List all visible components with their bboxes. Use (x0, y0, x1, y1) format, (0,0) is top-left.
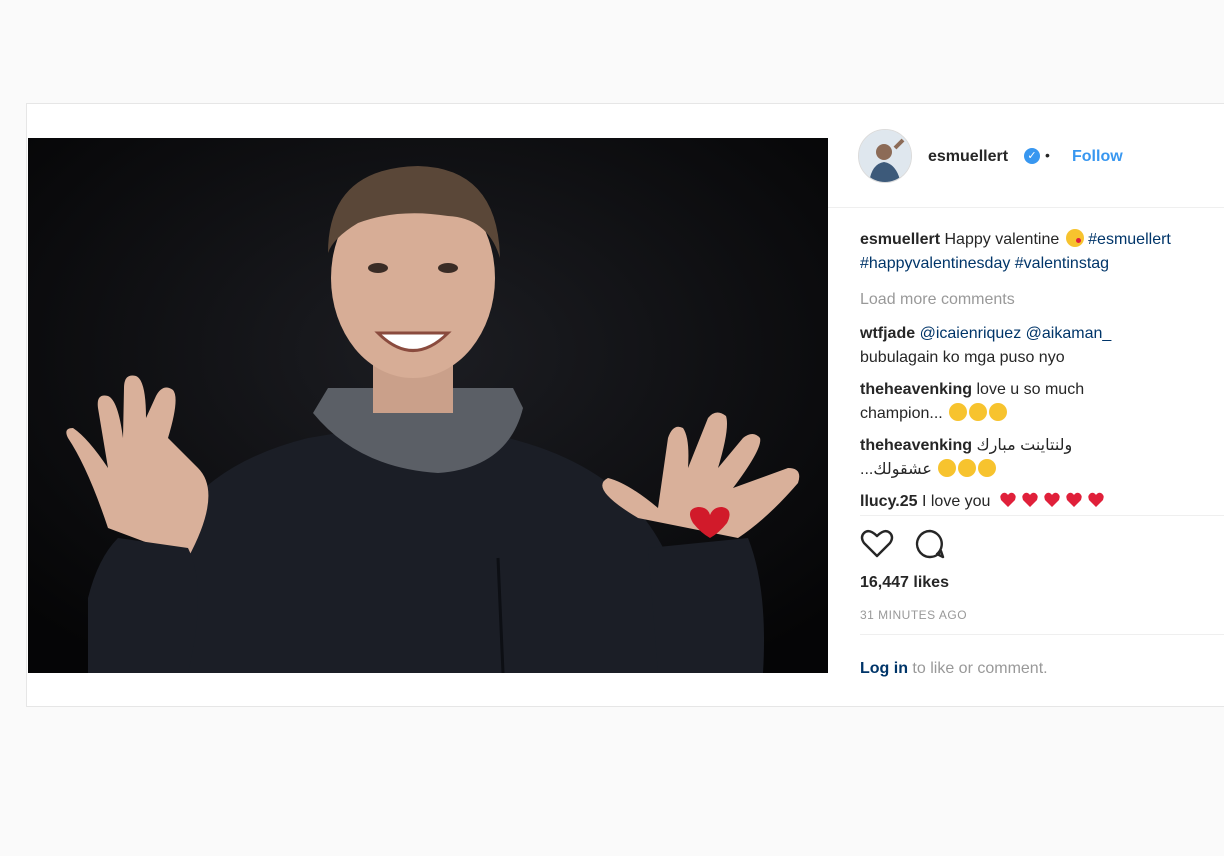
grimacing-emoji-icon (989, 403, 1008, 421)
caption-text: Happy valentine (944, 231, 1060, 248)
heart-eyes-emoji-icon (949, 403, 968, 421)
comment-bubble-icon[interactable] (914, 528, 946, 560)
verified-badge-icon: ✓ (1024, 148, 1040, 164)
login-prompt: Log in to like or comment. (860, 660, 1048, 678)
comment-username[interactable]: theheavenking (860, 381, 972, 398)
comment-text: love u so much (976, 381, 1085, 398)
post-header: esmuellert ✓ • Follow (828, 104, 1224, 208)
heart-eyes-emoji-icon (958, 459, 977, 477)
separator-dot: • (1045, 147, 1050, 163)
author-username[interactable]: esmuellert (928, 148, 1008, 166)
caption-hashtags[interactable]: #happyvalentinesday #valentinstag (860, 255, 1109, 272)
post-caption: esmuellert Happy valentine #esmuellert #… (860, 228, 1224, 276)
comment-text: ولنتاينت مبارك (976, 437, 1073, 454)
comment-mentions[interactable]: @icaienriquez @aikaman_ (920, 325, 1112, 342)
post-image (28, 138, 828, 673)
divider (860, 634, 1224, 635)
comment-username[interactable]: llucy.25 (860, 493, 918, 510)
comment-item: theheavenking love u so much champion... (860, 378, 1224, 426)
smiling-emoji-icon (969, 403, 988, 421)
grimacing-emoji-icon (978, 459, 997, 477)
comment-text: bubulagain ko mga puso nyo (860, 349, 1065, 366)
comment-text: champion... (860, 405, 943, 422)
follow-button[interactable]: Follow (1072, 148, 1123, 166)
comment-item: wtfjade @icaienriquez @aikaman_ bubulaga… (860, 322, 1224, 370)
comment-item: theheavenking ولنتاينت مبارك ...عشقولك (860, 434, 1224, 482)
login-prompt-text: to like or comment. (907, 660, 1048, 677)
smiling-emoji-icon (938, 459, 957, 477)
comment-item: llucy.25 I love you (860, 490, 1224, 514)
avatar[interactable] (858, 129, 912, 183)
post-card: esmuellert ✓ • Follow esmuellert Happy v… (26, 103, 1224, 707)
post-photo[interactable] (28, 138, 828, 673)
caption-hashtag[interactable]: #esmuellert (1088, 231, 1171, 248)
like-heart-icon[interactable] (860, 528, 894, 558)
load-more-comments-button[interactable]: Load more comments (860, 288, 1015, 312)
heart-emoji-icons (1000, 492, 1104, 507)
comment-username[interactable]: theheavenking (860, 437, 972, 454)
post-side-panel: esmuellert ✓ • Follow esmuellert Happy v… (828, 104, 1224, 706)
divider (860, 515, 1224, 516)
comment-username[interactable]: wtfjade (860, 325, 915, 342)
post-timestamp[interactable]: 31 MINUTES AGO (860, 608, 967, 622)
avatar-image (859, 130, 911, 182)
comment-text: I love you (921, 493, 991, 510)
comment-text: ...عشقولك (860, 461, 932, 478)
likes-count[interactable]: 16,447 likes (860, 574, 949, 592)
login-link[interactable]: Log in (860, 660, 908, 677)
kissing-face-icon (1065, 229, 1084, 247)
caption-username[interactable]: esmuellert (860, 231, 940, 248)
